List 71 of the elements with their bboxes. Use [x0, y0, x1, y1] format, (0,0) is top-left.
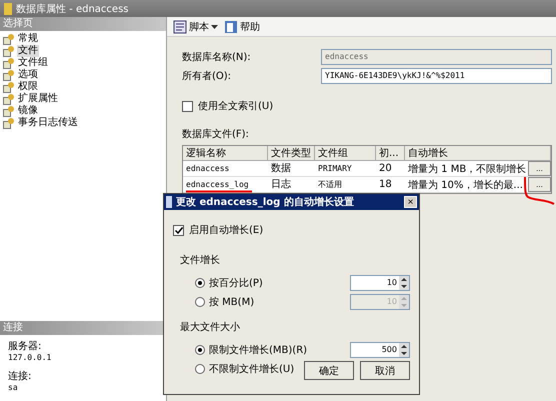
field-label: 连接:	[8, 371, 32, 383]
spin-arrows-icon	[399, 342, 409, 356]
checkbox-label: 启用自动增长(E)	[189, 224, 264, 237]
dialog-button[interactable]: 确定	[304, 361, 354, 380]
sidebar-item[interactable]: 选项	[17, 69, 39, 81]
pane-header: 选择页	[0, 17, 166, 31]
column-header[interactable]: 初...	[376, 146, 405, 161]
sidebar-item[interactable]: 事务日志传送	[17, 117, 79, 129]
table-cell-text: 增量为 1 MB，不限制增长	[408, 162, 526, 176]
number-spinner[interactable]: 10	[350, 274, 410, 290]
sidebar-item[interactable]: 扩展属性	[17, 93, 59, 105]
column-header[interactable]: 逻辑名称	[183, 146, 268, 161]
dialog-icon	[166, 196, 172, 208]
page-icon	[3, 94, 15, 104]
radio-label: 按百分比(P)	[209, 276, 263, 290]
mark-annotation	[523, 177, 555, 205]
column-header[interactable]: 文件类型	[268, 146, 315, 161]
table-cell: ednaccess	[183, 161, 268, 177]
sidebar-item[interactable]: 常规	[17, 33, 39, 45]
close-button[interactable]: ×	[404, 196, 417, 208]
group-label: 最大文件大小	[180, 320, 241, 334]
dialog-button[interactable]: 取消	[360, 361, 410, 380]
page-icon	[3, 46, 15, 56]
number-spinner[interactable]: 500	[350, 342, 410, 358]
checkbox-label: 使用全文索引(U)	[198, 100, 274, 113]
help-button[interactable]: 帮助	[224, 20, 260, 34]
field-value: 127.0.0.1	[8, 353, 52, 363]
table-cell: 20	[376, 161, 405, 177]
table-cell: 数据	[268, 161, 315, 177]
text-field[interactable]: YIKANG-6E143DE9\ykKJ!&^%$2011	[321, 68, 552, 84]
radio-label: 按 MB(M)	[209, 296, 254, 308]
section-label: 数据库文件(F):	[182, 128, 250, 141]
field-value: sa	[8, 383, 19, 393]
underline-annotation	[186, 190, 252, 193]
radio-button[interactable]	[195, 278, 205, 288]
database-icon	[4, 2, 12, 14]
sidebar-item[interactable]: 权限	[17, 81, 39, 93]
checkbox[interactable]	[182, 100, 193, 112]
page-icon	[3, 58, 15, 68]
ellipsis-button[interactable]: ...	[528, 161, 551, 176]
sidebar-item[interactable]: 文件组	[17, 57, 49, 69]
column-header[interactable]: 自动增长	[405, 146, 551, 161]
column-header[interactable]: 文件组	[315, 146, 376, 161]
spin-arrows-icon	[399, 276, 409, 290]
page-icon	[3, 106, 15, 116]
book-icon	[224, 20, 238, 34]
sidebar-item[interactable]: 镜像	[17, 105, 39, 117]
field-label: 所有者(O):	[182, 70, 232, 82]
radio-button[interactable]	[195, 296, 205, 306]
sidebar-item[interactable]: 文件	[17, 45, 39, 57]
table-cell: PRIMARY	[315, 161, 376, 177]
spin-arrows-icon	[399, 294, 409, 308]
page-icon	[3, 82, 15, 92]
dialog-title: 更改 ednaccess_log 的自动增长设置	[176, 196, 354, 209]
script-button[interactable]: 脚本	[173, 20, 218, 34]
table-cell-text: 增量为 10%，增长的最...	[408, 178, 523, 192]
field-label: 服务器:	[8, 341, 42, 353]
radio-button[interactable]	[195, 344, 205, 354]
window-title: 数据库属性 - ednaccess	[16, 2, 128, 16]
ellipsis-button[interactable]: ...	[528, 177, 551, 192]
field-label: 数据库名称(N):	[182, 50, 252, 64]
caret-icon	[211, 24, 218, 28]
radio-label: 不限制文件增长(U)	[209, 362, 294, 376]
group-label: 文件增长	[180, 254, 221, 267]
page-icon	[3, 34, 15, 44]
radio-label: 限制文件增长(MB)(R)	[209, 344, 308, 356]
pane-header: 连接	[0, 321, 166, 335]
page-icon	[3, 70, 15, 80]
script-icon	[173, 20, 187, 34]
page-icon	[3, 118, 15, 128]
radio-button[interactable]	[195, 364, 205, 374]
